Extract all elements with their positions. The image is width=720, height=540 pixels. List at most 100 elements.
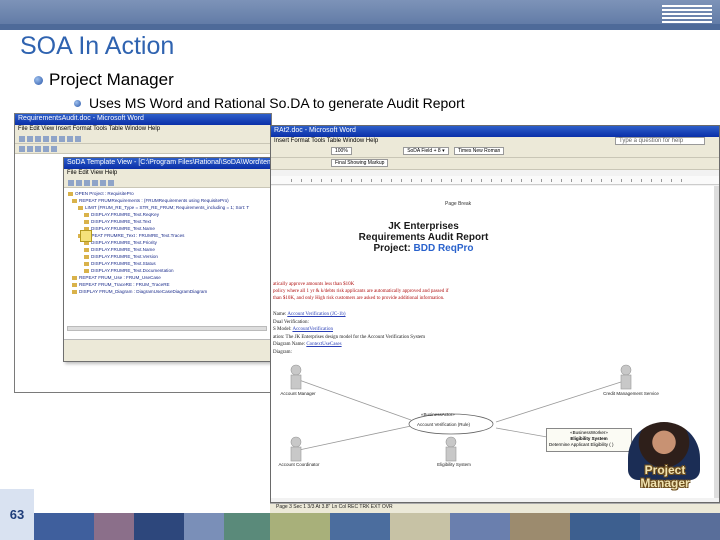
diagram-link[interactable]: ContextUseCases — [306, 342, 341, 347]
tree-node[interactable]: DISPLAY.FRUMRE_Text.Name — [68, 246, 268, 253]
back-window-toolbar-2[interactable] — [15, 144, 271, 154]
tree-node-label: DISPLAY.FRUMRE_Text.Text — [91, 219, 152, 224]
folder-icon — [84, 268, 89, 273]
ruler[interactable] — [271, 176, 719, 185]
tree-node-label: DISPLAY.FRUMRE_Text.Name — [91, 247, 155, 252]
tree-node-label: REPEAT FRUMRequirements : (FRUMRequireme… — [79, 198, 229, 203]
bullet1-text: Project Manager — [49, 70, 174, 89]
soda-status-area — [64, 339, 272, 361]
tree-node[interactable]: DISPLAY.FRUMRE_Text.Text — [68, 218, 268, 225]
header-bar — [0, 0, 720, 30]
tree-node[interactable]: REPEAT FRUMRE_Text : FRUMRE_Text.Traces — [68, 232, 268, 239]
bullet-level2: Uses MS Word and Rational So.DA to gener… — [74, 95, 465, 111]
tree-node[interactable]: OPEN Project : RequisitePro — [68, 190, 268, 197]
folder-icon — [78, 205, 83, 210]
tree-node-label: LIMIT (FRUM_RE_Type = STR_RE_FRUM; Requi… — [85, 205, 250, 210]
folder-icon — [84, 261, 89, 266]
usecase-stereotype: «BusinessActor» — [421, 412, 455, 417]
main-standard-toolbar[interactable]: 100% SoDA Field + 8 ▾ Times New Roman — [271, 146, 719, 158]
back-window-toolbar[interactable] — [15, 134, 271, 144]
folder-icon — [72, 198, 77, 203]
folder-icon — [84, 212, 89, 217]
tree-node-label: DISPLAY FRUM_Diagram : DiagramUseCaseDia… — [79, 289, 208, 294]
red-line: policy where all 1 yr & k/debts risk app… — [273, 289, 449, 294]
zoom-select[interactable]: 100% — [331, 147, 352, 155]
actor-credit-service: Credit Management Service — [603, 391, 659, 396]
soda-toolbar[interactable] — [64, 178, 272, 188]
folder-icon — [72, 282, 77, 287]
font-select[interactable]: Times New Roman — [453, 147, 505, 155]
heading-project: Project: BDD ReqPro — [373, 243, 474, 254]
usecase-details: Name: Account Verification (JC-1b) Dual … — [273, 311, 425, 356]
soda-scrollbar[interactable] — [67, 326, 267, 331]
requirement-text-block: atically approve amounts less than $10K … — [271, 281, 514, 314]
heading-company: JK Enterprises — [388, 221, 459, 232]
detail-line: Diagram Name: ContextUseCases — [273, 342, 342, 347]
tree-node-label: REPEAT FRUM_TraceRE : FRUM_TraceRE — [79, 282, 170, 287]
tree-node-label: OPEN Project : RequisitePro — [75, 191, 134, 196]
footer-photo-strip — [0, 513, 720, 540]
style-select[interactable]: SoDA Field + 8 ▾ — [403, 147, 449, 155]
red-line: than $10K, and only High risk customers … — [273, 296, 445, 301]
slide: SOA In Action Project Manager Uses MS Wo… — [0, 0, 720, 540]
tree-node[interactable]: REPEAT FRUM_Use : FRUM_UseCase — [68, 274, 268, 281]
tree-node-label: DISPLAY.FRUMRE_Text.Status — [91, 261, 156, 266]
page-break-label: Page Break — [445, 201, 472, 207]
bullet-icon — [34, 75, 43, 85]
ibm-logo-icon — [662, 3, 712, 25]
header-stripe — [0, 24, 720, 30]
main-menubar[interactable]: Insert Format Tools Table Window Help Ty… — [271, 137, 719, 146]
main-menu-items[interactable]: Insert Format Tools Table Window Help — [274, 138, 378, 144]
folder-icon — [84, 219, 89, 224]
detail-line: Diagram: — [273, 349, 292, 355]
tree-node-label: REPEAT FRUMRE_Text : FRUMRE_Text.Traces — [85, 233, 185, 238]
soda-tree[interactable]: OPEN Project : RequisitePro REPEAT FRUMRe… — [68, 190, 268, 295]
folder-icon — [72, 289, 77, 294]
tree-node[interactable]: DISPLAY.FRUMRE_Text.Documentation — [68, 267, 268, 274]
detail-line: Name: Account Verification (JC-1b) — [273, 312, 346, 317]
soda-menubar[interactable]: File Edit View Help — [64, 169, 272, 178]
slide-title: SOA In Action — [20, 32, 175, 60]
folder-icon — [84, 247, 89, 252]
tree-node[interactable]: DISPLAY.FRUMRE_Text.Priority — [68, 239, 268, 246]
back-window-menubar[interactable]: File Edit View Insert Format Tools Table… — [15, 125, 271, 134]
tree-node-label: DISPLAY.FRUMRE_Text.Priority — [91, 240, 157, 245]
folder-icon — [84, 254, 89, 259]
tree-node[interactable]: DISPLAY FRUM_Diagram : DiagramUseCaseDia… — [68, 288, 268, 295]
actor-eligibility-system: Eligibility System — [437, 462, 471, 467]
detail-line: Dual Verification: — [273, 319, 309, 325]
tree-node[interactable]: LIMIT (FRUM_RE_Type = STR_RE_FRUM; Requi… — [68, 204, 268, 211]
tree-node[interactable]: DISPLAY.FRUMRE_Text.Version — [68, 253, 268, 260]
report-heading: JK Enterprises Requirements Audit Report… — [301, 221, 546, 254]
back-window-titlebar[interactable]: RequirementsAudit.doc - Microsoft Word — [15, 114, 271, 125]
markup-select[interactable]: Final Showing Markup — [331, 159, 389, 167]
tree-node[interactable]: DISPLAY.FRUMRE_Text.Name — [68, 225, 268, 232]
tree-node[interactable]: REPEAT FRUMRequirements : (FRUMRequireme… — [68, 197, 268, 204]
model-link[interactable]: AccountVerification — [292, 327, 333, 332]
tree-node[interactable]: REPEAT FRUM_TraceRE : FRUM_TraceRE — [68, 281, 268, 288]
help-search-input[interactable]: Type a question for help — [615, 137, 705, 145]
actor-account-coordinator: Account Coordinator — [278, 462, 320, 467]
detail-line: S Model: AccountVerification — [273, 327, 333, 332]
tree-node-label: REPEAT FRUM_Use : FRUM_UseCase — [79, 275, 161, 280]
soda-titlebar[interactable]: SoDA Template View - [C:\Program Files\R… — [64, 158, 272, 169]
actor-account-manager: Account Manager — [280, 391, 316, 396]
folder-icon — [68, 191, 73, 196]
heading-report: Requirements Audit Report — [358, 232, 489, 243]
main-review-toolbar[interactable]: Final Showing Markup — [271, 158, 719, 170]
tree-node[interactable]: DISPLAY.FRUMRE_Text.ReqKey — [68, 211, 268, 218]
main-titlebar[interactable]: RAt2.doc - Microsoft Word — [271, 126, 719, 137]
tree-node-label: DISPLAY.FRUMRE_Text.Name — [91, 226, 155, 231]
detail-line: ation: The JK Enterprises design model f… — [273, 334, 426, 340]
tree-node-label: DISPLAY.FRUMRE_Text.Version — [91, 254, 158, 259]
bullet-icon — [74, 99, 81, 107]
pointer-highlight-icon — [80, 230, 92, 242]
tree-node[interactable]: DISPLAY.FRUMRE_Text.Status — [68, 260, 268, 267]
bullet2-text: Uses MS Word and Rational So.DA to gener… — [89, 95, 465, 111]
folder-icon — [72, 275, 77, 280]
soda-template-window: SoDA Template View - [C:\Program Files\R… — [63, 157, 273, 362]
bullet-level1: Project Manager — [34, 70, 174, 90]
tree-node-label: DISPLAY.FRUMRE_Text.ReqKey — [91, 212, 159, 217]
badge-label: Project Manager — [640, 463, 690, 490]
red-line: atically approve amounts less than $10K — [273, 282, 355, 287]
